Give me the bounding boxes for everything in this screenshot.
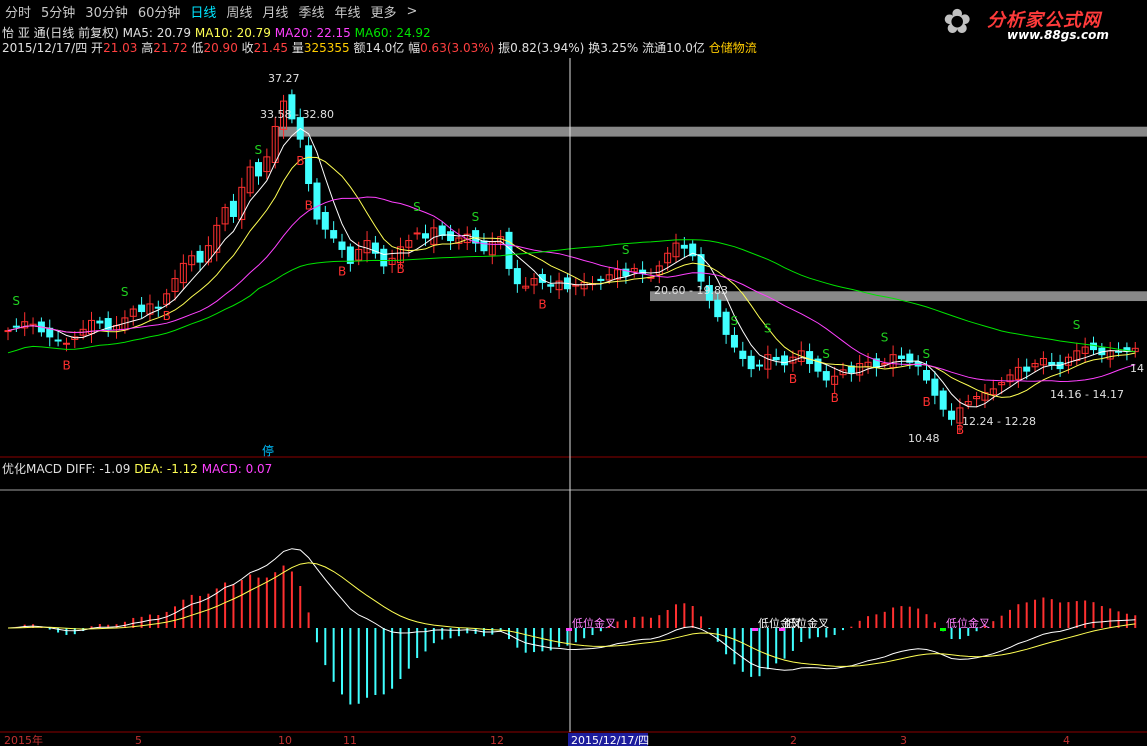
- price-annotation: 12.24 - 12.28: [962, 415, 1036, 428]
- buy-signal: B: [831, 391, 839, 405]
- candle-body: [305, 145, 313, 185]
- sell-signal: S: [881, 331, 889, 345]
- candle-body: [597, 278, 605, 281]
- candle-body: [756, 364, 763, 367]
- candle-body: [747, 355, 755, 370]
- candle-body: [680, 244, 688, 249]
- axis-label: 12: [490, 734, 504, 746]
- candle-body: [739, 350, 747, 359]
- candle-body: [62, 342, 70, 345]
- ma5-line: [7, 127, 1136, 408]
- resistance-zone-0: [278, 126, 1147, 137]
- sell-signal: S: [1073, 318, 1081, 332]
- axis-label: 11: [343, 734, 357, 746]
- sell-signal: S: [822, 347, 830, 361]
- macd-note: 低位金叉: [785, 616, 829, 630]
- candle-body: [138, 304, 146, 313]
- candle-body: [1023, 366, 1031, 372]
- candle-body: [547, 284, 555, 287]
- candle-body: [513, 268, 521, 285]
- price-annotation: 10.48: [908, 432, 940, 445]
- diff-line: [7, 548, 1136, 671]
- candle-body: [380, 248, 388, 267]
- buy-signal: B: [338, 264, 346, 278]
- sell-signal: S: [764, 322, 772, 336]
- candle-body: [730, 334, 738, 348]
- candle-body: [154, 306, 162, 309]
- sell-signal: S: [730, 314, 738, 328]
- candle-body: [422, 233, 429, 239]
- candle-body: [321, 211, 329, 230]
- candle-body: [939, 390, 947, 410]
- candle-body: [1048, 361, 1056, 366]
- buy-signal: B: [538, 297, 546, 311]
- ma20-line: [7, 196, 1136, 383]
- sell-signal: S: [121, 285, 129, 299]
- price-annotation: 20.60 - 19.83: [654, 284, 728, 297]
- candle-body: [480, 240, 488, 252]
- buy-signal: B: [396, 262, 404, 276]
- candle-body: [438, 225, 446, 236]
- candle-body: [722, 311, 730, 335]
- candle-body: [806, 351, 814, 365]
- buy-signal: B: [305, 199, 313, 213]
- kline-chart[interactable]: SSSSSSSSSSSSBBBBB BBBB BB停37.2733.58 - 32.…: [0, 0, 1147, 746]
- candle-body: [413, 232, 421, 235]
- buy-signal: B: [296, 154, 304, 168]
- macd-note: 低位金叉: [946, 616, 990, 630]
- sell-signal: S: [12, 294, 20, 308]
- price-annotation: 14.16 - 14.17: [1050, 388, 1124, 401]
- sell-signal: S: [923, 347, 931, 361]
- candle-body: [330, 230, 338, 239]
- candle-body: [196, 250, 204, 263]
- candle-body: [948, 410, 956, 420]
- candle-body: [822, 371, 830, 381]
- price-annotation: 33.58 - 32.80: [260, 108, 334, 121]
- candle-body: [12, 325, 20, 328]
- halt-marker: 停: [262, 443, 274, 458]
- sell-signal: S: [472, 210, 480, 224]
- price-annotation: 37.27: [268, 72, 300, 85]
- candle-body: [338, 241, 346, 250]
- candle-body: [229, 200, 237, 217]
- axis-label: 4: [1063, 734, 1070, 746]
- buy-signal: B: [923, 395, 931, 409]
- candle-body: [923, 369, 930, 381]
- axis-label: 3: [900, 734, 907, 746]
- axis-label: 2015/12/17/四: [571, 734, 649, 746]
- axis-label: 2015年: [4, 733, 43, 746]
- candle-body: [772, 356, 780, 361]
- candle-body: [714, 299, 722, 318]
- axis-label: 10: [278, 734, 292, 746]
- candle-body: [96, 320, 104, 324]
- sell-signal: S: [413, 200, 421, 214]
- price-annotation: 14: [1130, 362, 1144, 375]
- dea-line: [7, 562, 1136, 667]
- sell-signal: S: [255, 143, 263, 157]
- ma10-line: [7, 156, 1136, 398]
- sell-signal: S: [622, 243, 630, 257]
- buy-signal: B: [62, 358, 70, 372]
- candle-body: [1090, 342, 1097, 351]
- candle-body: [781, 355, 789, 366]
- candle-body: [931, 378, 939, 396]
- candle-body: [447, 231, 455, 242]
- buy-signal: B: [789, 372, 797, 386]
- axis-label: 5: [135, 734, 142, 746]
- candle-body: [897, 355, 905, 359]
- buy-signal: B: [163, 309, 171, 323]
- candle-body: [313, 182, 321, 220]
- candle-body: [54, 339, 62, 342]
- candle-body: [255, 162, 262, 177]
- axis-label: 2: [790, 734, 797, 746]
- candle-body: [4, 330, 12, 333]
- macd-note: 低位金叉: [572, 616, 616, 630]
